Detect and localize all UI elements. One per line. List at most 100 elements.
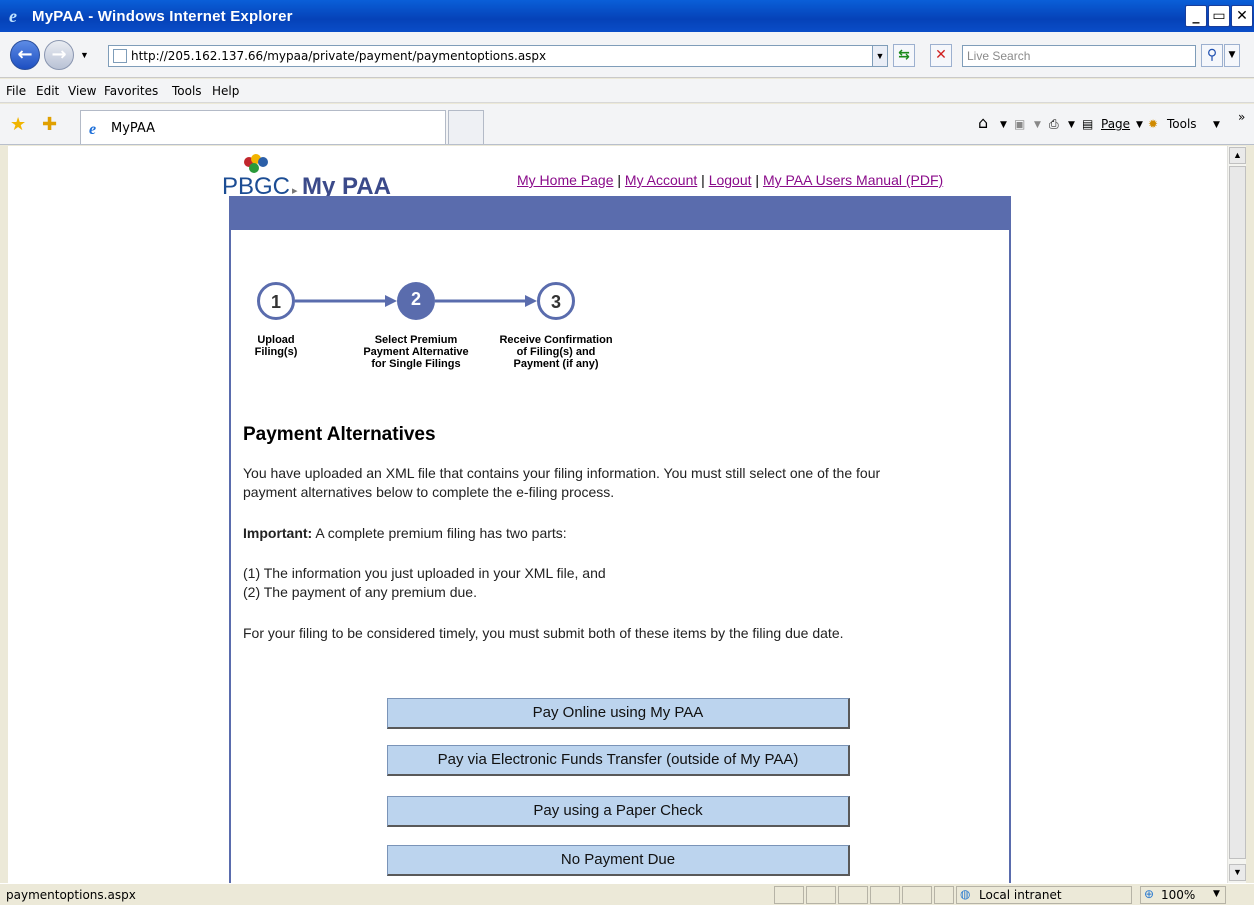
users-manual-link[interactable]: My PAA Users Manual (PDF) [763,172,943,188]
search-button[interactable]: ⚲ [1201,44,1223,67]
maximize-button[interactable]: ▭ [1208,5,1230,27]
address-bar[interactable]: http://205.162.137.66/mypaa/private/paym… [108,45,888,67]
step-3-label: Receive Confirmation of Filing(s) and Pa… [490,334,622,370]
top-links: My Home Page | My Account | Logout | My … [517,172,943,188]
zoom-icon: ⊕ [1144,887,1155,901]
address-dropdown-button[interactable]: ▼ [872,45,888,67]
print-dropdown-icon[interactable]: ▼ [1068,120,1075,130]
zone-label: Local intranet [979,888,1062,902]
menu-file[interactable]: File [6,84,26,98]
globe-icon: ◍ [960,887,971,901]
no-payment-due-button[interactable]: No Payment Due [387,845,850,876]
part-item: (2) The payment of any premium due. [243,584,477,600]
zoom-dropdown-icon[interactable]: ▼ [1213,889,1220,899]
important-text: A complete premium filing has two parts: [312,525,567,541]
step-2-circle: 2 [397,282,435,320]
step-arrow-icon [435,295,537,307]
print-icon[interactable]: ⎙ [1049,117,1059,132]
minimize-button[interactable]: _ [1185,5,1207,27]
back-button[interactable]: ← [10,40,40,70]
close-window-button[interactable]: ✕ [1231,5,1253,27]
menu-favorites[interactable]: Favorites [104,84,158,98]
feeds-icon[interactable]: ▣ [1014,117,1025,131]
favorites-center-icon[interactable]: ★ [10,114,26,135]
window-title: MyPAA - Windows Internet Explorer [32,8,293,25]
svg-text:e: e [9,7,17,25]
pbgc-mypaa-logo: PBGC ▸ My PAA [222,154,391,198]
menu-edit[interactable]: Edit [36,84,59,98]
menu-tools[interactable]: Tools [172,84,202,98]
add-favorites-icon[interactable]: ✚ [42,114,57,135]
status-bar: paymentoptions.aspx ◍ Local intranet ⊕ 1… [0,883,1254,905]
step-3-label-line: of Filing(s) and [516,346,596,358]
search-options-button[interactable]: ▼ [1224,44,1240,67]
refresh-button[interactable]: ⇆ [893,44,915,67]
intro-line: You have uploaded an XML file that conta… [243,465,881,481]
feeds-dropdown-icon[interactable]: ▼ [1034,120,1041,130]
window-titlebar: e MyPAA - Windows Internet Explorer _ ▭ … [0,0,1254,32]
link-separator: | [697,172,709,188]
stop-button[interactable]: ✕ [930,44,952,67]
my-account-link[interactable]: My Account [625,172,697,188]
history-dropdown-button[interactable]: ▼ [80,50,89,60]
stop-icon: ✕ [935,47,947,63]
zoom-control[interactable]: ⊕ 100% ▼ [1140,886,1226,904]
tab-mypaa[interactable]: e MyPAA [80,110,446,144]
status-panel [934,886,954,904]
intro-paragraph: You have uploaded an XML file that conta… [243,464,1003,502]
logo-mypaa-text: My PAA [302,173,391,198]
step-2-label-line: for Single Filings [371,358,461,370]
tools-menu-button[interactable]: Tools [1167,117,1197,131]
scroll-up-button[interactable]: ▲ [1229,147,1246,164]
menu-help[interactable]: Help [212,84,239,98]
pay-eft-button[interactable]: Pay via Electronic Funds Transfer (outsi… [387,745,850,776]
pay-online-button[interactable]: Pay Online using My PAA [387,698,850,729]
parts-list: (1) The information you just uploaded in… [243,564,1003,602]
vertical-scrollbar[interactable]: ▲ ▼ [1227,146,1246,883]
svg-text:e: e [89,121,96,136]
logout-link[interactable]: Logout [709,172,752,188]
page-menu-button[interactable]: Page [1101,117,1130,131]
chevron-more-icon[interactable]: » [1238,110,1245,124]
step-1-label-line: Filing(s) [254,346,298,358]
new-tab-button[interactable] [448,110,484,144]
status-panel [870,886,900,904]
tools-dropdown-icon[interactable]: ▼ [1213,120,1220,130]
step-1-circle: 1 [257,282,295,320]
menu-view[interactable]: View [68,84,96,98]
address-url: http://205.162.137.66/mypaa/private/paym… [131,49,547,63]
step-3-label-line: Receive Confirmation [499,334,613,346]
step-2-label-line: Select Premium [374,334,458,346]
scroll-thumb[interactable] [1229,166,1246,859]
page-dropdown-icon[interactable]: ▼ [1136,120,1143,130]
link-separator: | [751,172,763,188]
home-dropdown-icon[interactable]: ▼ [1000,120,1007,130]
search-icon: ⚲ [1206,47,1218,63]
status-panel [838,886,868,904]
step-3-circle: 3 [537,282,575,320]
scroll-down-button[interactable]: ▼ [1229,864,1246,881]
gear-icon[interactable]: ✹ [1148,117,1158,131]
header-band [229,196,1011,230]
pay-check-button[interactable]: Pay using a Paper Check [387,796,850,827]
my-home-page-link[interactable]: My Home Page [517,172,613,188]
progress-steps: 1 2 3 Upload Filing(s) Select Premium Pa… [240,282,640,382]
zoom-level: 100% [1161,888,1196,902]
status-panel [902,886,932,904]
page-menu-icon[interactable]: ▤ [1082,117,1093,131]
status-panel [774,886,804,904]
timely-paragraph: For your filing to be considered timely,… [243,625,844,641]
logo-pbgc-text: PBGC [222,173,290,198]
forward-button[interactable]: → [44,40,74,70]
home-icon[interactable]: ⌂ [978,113,988,132]
part-item: (1) The information you just uploaded in… [243,565,606,581]
important-label: Important: [243,525,313,541]
back-arrow-icon: ← [17,44,33,65]
step-2-label: Select Premium Payment Alternative for S… [350,334,482,370]
zone-panel[interactable]: ◍ Local intranet [956,886,1132,904]
step-1-label-line: Upload [257,334,295,346]
ie-page-icon: e [89,121,96,136]
search-input[interactable]: Live Search [962,45,1196,67]
refresh-icon: ⇆ [898,47,910,63]
page-icon [113,49,127,63]
